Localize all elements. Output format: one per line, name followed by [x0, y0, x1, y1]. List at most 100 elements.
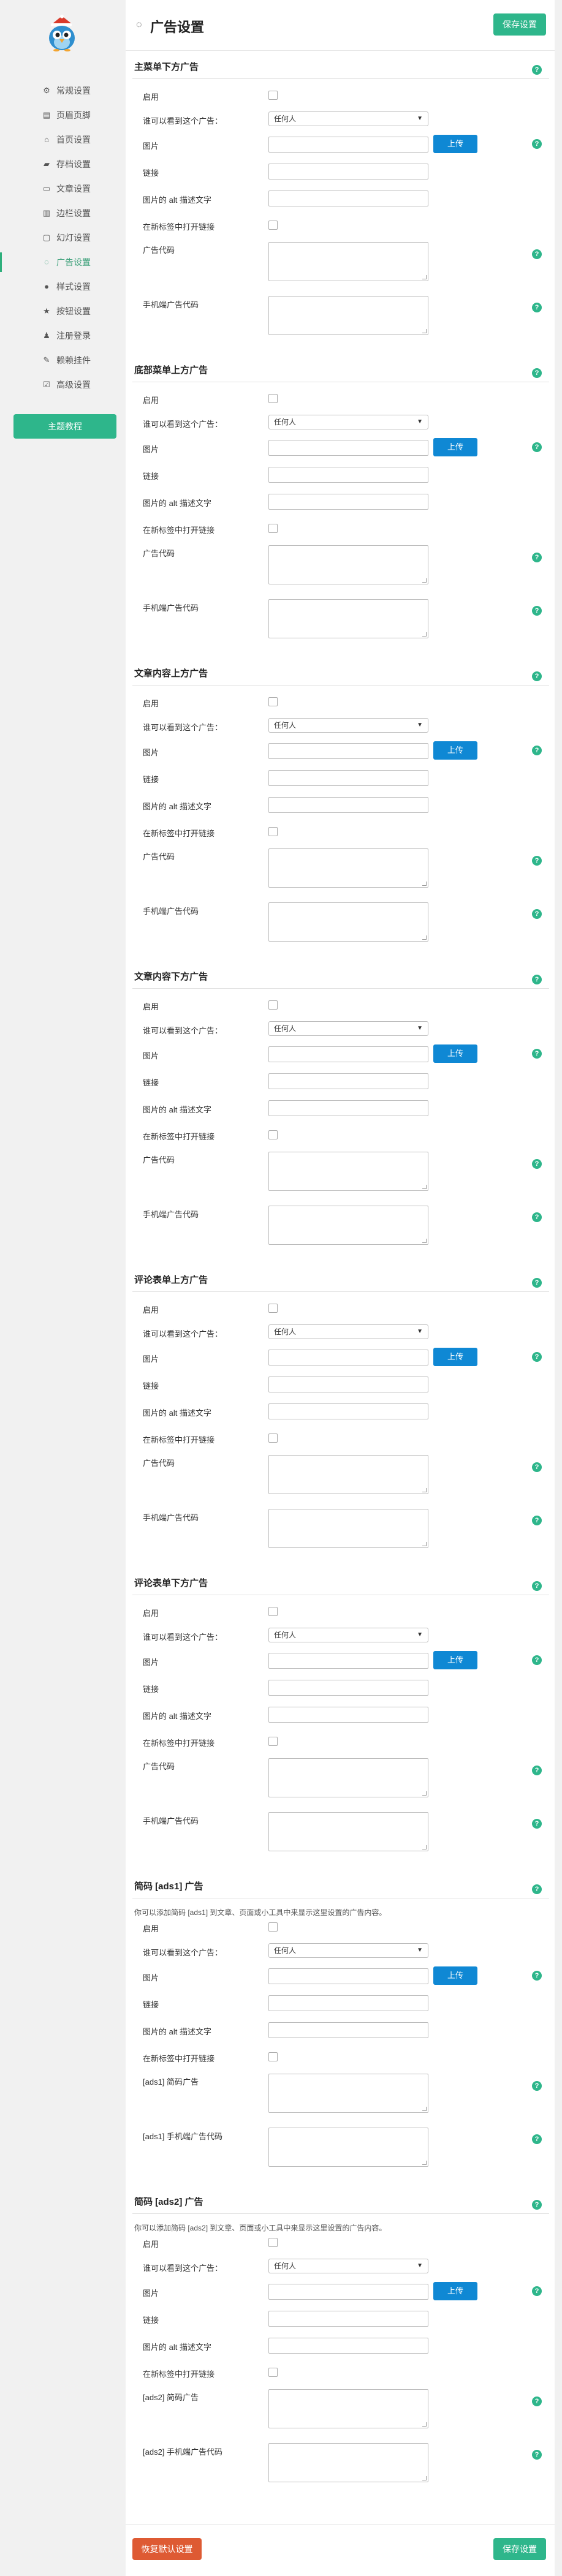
help-icon[interactable]: ?: [532, 975, 542, 984]
help-icon[interactable]: ?: [532, 1516, 542, 1525]
mobile-ad-code-textarea[interactable]: [268, 902, 428, 942]
upload-button[interactable]: 上传: [433, 1966, 477, 1985]
link-input[interactable]: [268, 1377, 428, 1392]
new-tab-checkbox[interactable]: [268, 827, 278, 836]
enable-checkbox[interactable]: [268, 91, 278, 100]
image-url-input[interactable]: [268, 2284, 428, 2300]
help-icon[interactable]: ?: [532, 2450, 542, 2460]
upload-button[interactable]: 上传: [433, 2282, 477, 2300]
help-icon[interactable]: ?: [532, 746, 542, 755]
mobile-ad-code-textarea[interactable]: [268, 1206, 428, 1245]
enable-checkbox[interactable]: [268, 697, 278, 706]
mobile-ad-code-textarea[interactable]: [268, 1812, 428, 1851]
link-input[interactable]: [268, 467, 428, 483]
sidebar-item-archive[interactable]: ▰ 存档设置: [0, 152, 126, 176]
sidebar-item-buttons[interactable]: ★ 按钮设置: [0, 299, 126, 323]
new-tab-checkbox[interactable]: [268, 1130, 278, 1139]
upload-button[interactable]: 上传: [433, 1044, 477, 1063]
help-icon[interactable]: ?: [532, 909, 542, 919]
ad-code-textarea[interactable]: [268, 242, 428, 281]
alt-text-input[interactable]: [268, 1707, 428, 1723]
image-url-input[interactable]: [268, 743, 428, 759]
help-icon[interactable]: ?: [532, 2286, 542, 2296]
help-icon[interactable]: ?: [532, 303, 542, 312]
link-input[interactable]: [268, 1680, 428, 1696]
upload-button[interactable]: 上传: [433, 1651, 477, 1669]
upload-button[interactable]: 上传: [433, 438, 477, 456]
enable-checkbox[interactable]: [268, 2238, 278, 2247]
ad-code-textarea[interactable]: [268, 1152, 428, 1191]
sidebar-item-article[interactable]: ▭ 文章设置: [0, 176, 126, 201]
link-input[interactable]: [268, 164, 428, 179]
image-url-input[interactable]: [268, 1046, 428, 1062]
new-tab-checkbox[interactable]: [268, 1737, 278, 1746]
upload-button[interactable]: 上传: [433, 135, 477, 153]
ad-code-textarea[interactable]: [268, 2389, 428, 2428]
help-icon[interactable]: ?: [532, 249, 542, 259]
visibility-select[interactable]: 任何人 ▼: [268, 1628, 428, 1642]
ad-code-textarea[interactable]: [268, 848, 428, 888]
sidebar-item-home[interactable]: ⌂ 首页设置: [0, 127, 126, 152]
alt-text-input[interactable]: [268, 1100, 428, 1116]
mobile-ad-code-textarea[interactable]: [268, 2443, 428, 2482]
visibility-select[interactable]: 任何人 ▼: [268, 111, 428, 126]
new-tab-checkbox[interactable]: [268, 2368, 278, 2377]
sidebar-item-sidebar[interactable]: ▥ 边栏设置: [0, 201, 126, 225]
help-icon[interactable]: ?: [532, 1212, 542, 1222]
sidebar-item-style[interactable]: ● 样式设置: [0, 274, 126, 299]
enable-checkbox[interactable]: [268, 394, 278, 403]
sidebar-item-register[interactable]: ♟ 注册登录: [0, 323, 126, 348]
help-icon[interactable]: ?: [532, 1278, 542, 1288]
alt-text-input[interactable]: [268, 2022, 428, 2038]
upload-button[interactable]: 上传: [433, 1348, 477, 1366]
enable-checkbox[interactable]: [268, 1304, 278, 1313]
reset-defaults-button[interactable]: 恢复默认设置: [132, 2538, 202, 2560]
image-url-input[interactable]: [268, 1968, 428, 1984]
help-icon[interactable]: ?: [532, 671, 542, 681]
visibility-select[interactable]: 任何人 ▼: [268, 1943, 428, 1958]
save-settings-button-bottom[interactable]: 保存设置: [493, 2538, 546, 2560]
ad-code-textarea[interactable]: [268, 1455, 428, 1494]
visibility-select[interactable]: 任何人 ▼: [268, 1324, 428, 1339]
ad-code-textarea[interactable]: [268, 545, 428, 584]
new-tab-checkbox[interactable]: [268, 524, 278, 533]
link-input[interactable]: [268, 770, 428, 786]
help-icon[interactable]: ?: [532, 1159, 542, 1169]
help-icon[interactable]: ?: [532, 442, 542, 452]
ad-code-textarea[interactable]: [268, 1758, 428, 1797]
help-icon[interactable]: ?: [532, 1655, 542, 1665]
help-icon[interactable]: ?: [532, 65, 542, 75]
enable-checkbox[interactable]: [268, 1607, 278, 1616]
help-icon[interactable]: ?: [532, 856, 542, 866]
link-input[interactable]: [268, 1073, 428, 1089]
alt-text-input[interactable]: [268, 2338, 428, 2354]
image-url-input[interactable]: [268, 1350, 428, 1365]
sidebar-item-slides[interactable]: ▢ 幻灯设置: [0, 225, 126, 250]
new-tab-checkbox[interactable]: [268, 1433, 278, 1443]
save-settings-button[interactable]: 保存设置: [493, 13, 546, 36]
mobile-ad-code-textarea[interactable]: [268, 296, 428, 335]
alt-text-input[interactable]: [268, 191, 428, 206]
sidebar-item-general[interactable]: ⚙ 常规设置: [0, 78, 126, 103]
mobile-ad-code-textarea[interactable]: [268, 1509, 428, 1548]
new-tab-checkbox[interactable]: [268, 2052, 278, 2061]
help-icon[interactable]: ?: [532, 1581, 542, 1591]
visibility-select[interactable]: 任何人 ▼: [268, 2259, 428, 2273]
sidebar-item-header-footer[interactable]: ▤ 页眉页脚: [0, 103, 126, 127]
help-icon[interactable]: ?: [532, 1884, 542, 1894]
sidebar-item-ads[interactable]: ◌ 广告设置: [0, 250, 126, 274]
alt-text-input[interactable]: [268, 797, 428, 813]
alt-text-input[interactable]: [268, 494, 428, 510]
help-icon[interactable]: ?: [532, 2200, 542, 2210]
help-icon[interactable]: ?: [532, 1462, 542, 1472]
help-icon[interactable]: ?: [532, 1049, 542, 1059]
help-icon[interactable]: ?: [532, 553, 542, 562]
ad-code-textarea[interactable]: [268, 2074, 428, 2113]
help-icon[interactable]: ?: [532, 2081, 542, 2091]
visibility-select[interactable]: 任何人 ▼: [268, 415, 428, 429]
enable-checkbox[interactable]: [268, 1000, 278, 1010]
image-url-input[interactable]: [268, 1653, 428, 1669]
mobile-ad-code-textarea[interactable]: [268, 2128, 428, 2167]
image-url-input[interactable]: [268, 440, 428, 456]
enable-checkbox[interactable]: [268, 1922, 278, 1932]
